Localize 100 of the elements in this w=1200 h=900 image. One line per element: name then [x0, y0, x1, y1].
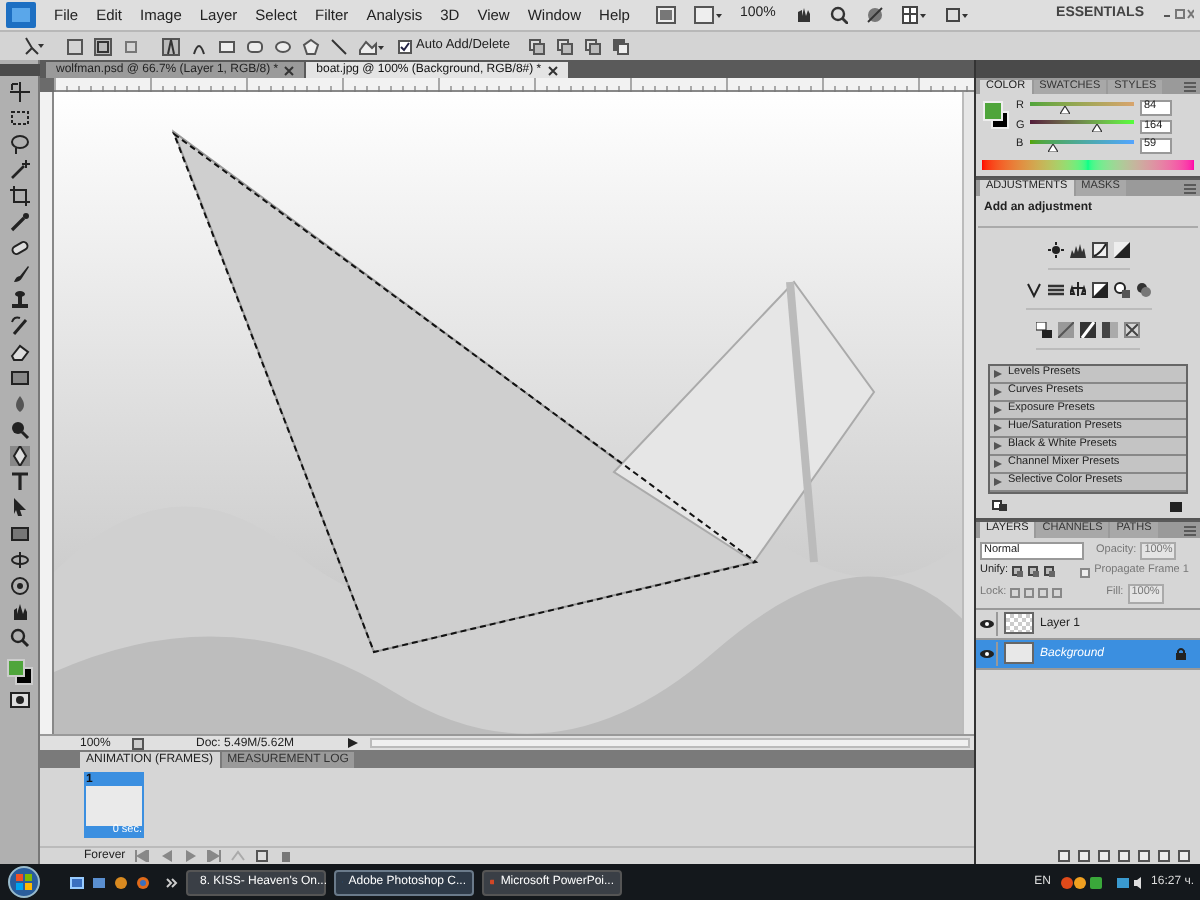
rounded-rectangle-icon[interactable]: [246, 37, 264, 55]
expand-triangle-icon[interactable]: [994, 441, 1002, 449]
expand-triangle-icon[interactable]: [994, 387, 1002, 395]
unify-visibility-icon[interactable]: [1028, 566, 1041, 578]
3d-rotate-icon[interactable]: [9, 550, 29, 570]
channel-mixer-icon[interactable]: [1135, 281, 1151, 297]
eye-icon[interactable]: [980, 619, 994, 627]
quick-mask-icon[interactable]: [9, 692, 29, 708]
selective-color-icon[interactable]: [1124, 321, 1140, 337]
unify-style-icon[interactable]: [1044, 566, 1057, 578]
marquee-tool-icon[interactable]: [9, 108, 29, 128]
brightness-contrast-icon[interactable]: [1047, 241, 1063, 257]
half-filled-square-icon[interactable]: [1091, 281, 1107, 297]
horizontal-scrollbar[interactable]: [370, 738, 970, 748]
zoom-icon[interactable]: [829, 6, 848, 24]
expand-triangle-icon[interactable]: [994, 423, 1002, 431]
app-icon: [490, 876, 495, 888]
browser-icon[interactable]: [136, 875, 150, 889]
lasso-tool-icon[interactable]: [9, 134, 29, 154]
posterize-icon[interactable]: [1058, 321, 1074, 337]
exposure-icon[interactable]: [1113, 241, 1129, 257]
slider-track: [1030, 120, 1134, 125]
clip-layers-icon[interactable]: [992, 499, 1008, 511]
screen-mode-icon[interactable]: [943, 6, 968, 24]
scrollbar[interactable]: [962, 92, 974, 734]
checkbox[interactable]: [1080, 567, 1091, 577]
start-button[interactable]: [6, 866, 42, 898]
magic-wand-icon[interactable]: [9, 160, 29, 180]
custom-shape-icon[interactable]: [358, 37, 384, 55]
checkmark-icon: [400, 41, 410, 51]
curves-icon[interactable]: [1091, 241, 1107, 257]
brush-tool-icon[interactable]: [9, 264, 29, 284]
line-icon[interactable]: [330, 37, 348, 55]
slider-track: [1030, 139, 1134, 144]
network-volume-icon[interactable]: [1115, 875, 1144, 889]
paths-icon[interactable]: [94, 37, 112, 55]
arrange-documents-icon[interactable]: [901, 6, 926, 24]
pen-icon[interactable]: [162, 37, 180, 55]
ellipse-icon[interactable]: [274, 37, 292, 55]
invert-icon[interactable]: [1036, 321, 1052, 337]
expand-triangle-icon[interactable]: [994, 459, 1002, 467]
slider-track: [1030, 101, 1134, 106]
fill-pixels-icon[interactable]: [122, 37, 140, 55]
status-icon[interactable]: [132, 737, 144, 749]
foreground-background-colors-icon[interactable]: [982, 100, 1010, 132]
hand-tool-icon[interactable]: [9, 602, 29, 622]
expand-triangle-icon[interactable]: [994, 369, 1002, 377]
hand-icon[interactable]: [793, 6, 812, 24]
healing-brush-icon[interactable]: [9, 238, 29, 258]
app-logo-icon: [6, 2, 36, 28]
vibrance-icon[interactable]: [1025, 281, 1041, 297]
3d-orbit-icon[interactable]: [9, 576, 29, 596]
close-icon[interactable]: [547, 65, 558, 75]
eyedropper-icon[interactable]: [9, 212, 29, 232]
path-add-icon[interactable]: [527, 37, 546, 55]
rectangle-icon[interactable]: [218, 37, 236, 55]
path-selection-icon[interactable]: [9, 498, 29, 518]
desktop-icon[interactable]: [70, 875, 84, 889]
path-exclude-icon[interactable]: [611, 37, 630, 55]
expand-triangle-icon[interactable]: [994, 405, 1002, 413]
panel-menu-icon[interactable]: [1184, 525, 1196, 535]
path-intersect-icon[interactable]: [583, 37, 602, 55]
eye-icon[interactable]: [980, 649, 994, 657]
levels-icon[interactable]: [1069, 241, 1085, 257]
screen-mode-icon[interactable]: [693, 6, 722, 24]
expand-triangle-icon[interactable]: [994, 477, 1002, 485]
layer-thumbnail: [1004, 642, 1034, 664]
type-tool-icon[interactable]: [9, 472, 29, 492]
media-player-icon[interactable]: [114, 875, 128, 889]
move-tool-icon[interactable]: [9, 82, 29, 102]
color-balance-icon[interactable]: [1069, 281, 1085, 297]
crop-tool-icon[interactable]: [9, 186, 29, 206]
window-switch-icon[interactable]: [92, 875, 106, 889]
window-controls-icon[interactable]: [1162, 8, 1194, 22]
checkbox[interactable]: [398, 39, 412, 53]
toolbox-header: [0, 64, 39, 76]
photo-filter-icon[interactable]: [1113, 281, 1129, 297]
rectangle-tool-icon[interactable]: [9, 524, 29, 544]
threshold-icon[interactable]: [1080, 321, 1096, 337]
color-spectrum[interactable]: [982, 159, 1194, 169]
hue-saturation-icon[interactable]: [1047, 281, 1063, 297]
eraser-tool-icon[interactable]: [9, 342, 29, 362]
stamp-tool-icon[interactable]: [9, 290, 29, 310]
panel-menu-icon[interactable]: [1184, 82, 1196, 92]
gradient-tool-icon[interactable]: [9, 368, 29, 388]
color-swatches-icon[interactable]: [5, 658, 33, 686]
new-frame-icon[interactable]: [253, 850, 270, 862]
path-subtract-icon[interactable]: [555, 37, 574, 55]
close-icon[interactable]: [284, 65, 295, 75]
gradient-map-icon[interactable]: [1102, 321, 1118, 337]
zoom-tool-icon[interactable]: [9, 628, 29, 648]
polygon-icon[interactable]: [302, 37, 320, 55]
panel-menu-icon[interactable]: [1184, 183, 1196, 193]
tray-apps-icon[interactable]: [1059, 875, 1108, 889]
shape-layers-icon[interactable]: [66, 37, 84, 55]
frame-thumbnail: [86, 786, 142, 825]
unify-position-icon[interactable]: [1012, 566, 1025, 578]
double-chevron-icon[interactable]: [166, 877, 178, 887]
history-brush-icon[interactable]: [9, 316, 29, 336]
dodge-tool-icon[interactable]: [9, 420, 29, 440]
